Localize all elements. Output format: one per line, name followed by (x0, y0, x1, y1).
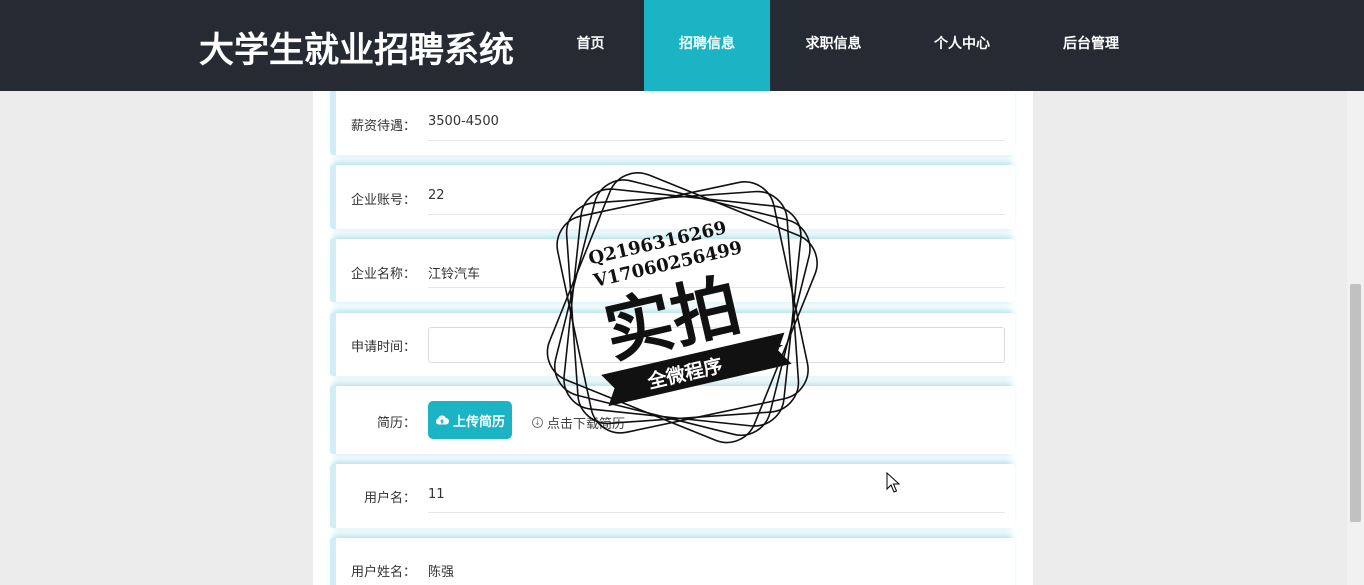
apply-time-label: 申请时间： (350, 340, 416, 355)
scrollbar-thumb[interactable] (1350, 284, 1361, 522)
upload-resume-label: 上传简历 (452, 414, 505, 430)
form-row-real-name: 用户姓名： 陈强 (330, 538, 1015, 585)
real-name-value: 陈强 (428, 565, 455, 580)
mouse-cursor-icon (886, 472, 900, 493)
real-name-label: 用户姓名： (350, 565, 416, 580)
salary-value: 3500-4500 (428, 114, 499, 129)
company-account-value: 22 (428, 188, 445, 203)
company-name-label: 企业名称： (350, 267, 416, 282)
nav-admin[interactable]: 后台管理 (1027, 0, 1155, 91)
company-name-value: 江铃汽车 (428, 267, 481, 282)
company-account-label: 企业账号： (350, 193, 416, 208)
watermark-stamp: Q2196316269 V17060256499 实拍 全微程序 (546, 172, 818, 444)
username-label: 用户名： (363, 491, 416, 506)
form-row-salary: 薪资待遇： 3500-4500 (330, 80, 1015, 155)
form-row-username: 用户名： 11 (330, 464, 1015, 528)
username-value: 11 (428, 487, 445, 502)
nav-recruitment[interactable]: 招聘信息 (644, 0, 770, 91)
main-nav: 首页 招聘信息 求职信息 个人中心 后台管理 (537, 0, 1155, 91)
salary-label: 薪资待遇： (350, 119, 416, 134)
nav-home[interactable]: 首页 (537, 0, 644, 91)
username-underline (428, 512, 1005, 513)
salary-underline (428, 140, 1005, 141)
resume-label: 简历： (376, 416, 416, 431)
site-title: 大学生就业招聘系统 (199, 31, 515, 71)
top-navbar: 大学生就业招聘系统 首页 招聘信息 求职信息 个人中心 后台管理 (0, 0, 1364, 91)
upload-resume-button[interactable]: 上传简历 (428, 401, 512, 439)
page-scrollbar[interactable] (1347, 91, 1364, 585)
nav-job-seeking[interactable]: 求职信息 (770, 0, 897, 91)
nav-personal-center[interactable]: 个人中心 (897, 0, 1027, 91)
cloud-upload-icon (435, 415, 449, 425)
